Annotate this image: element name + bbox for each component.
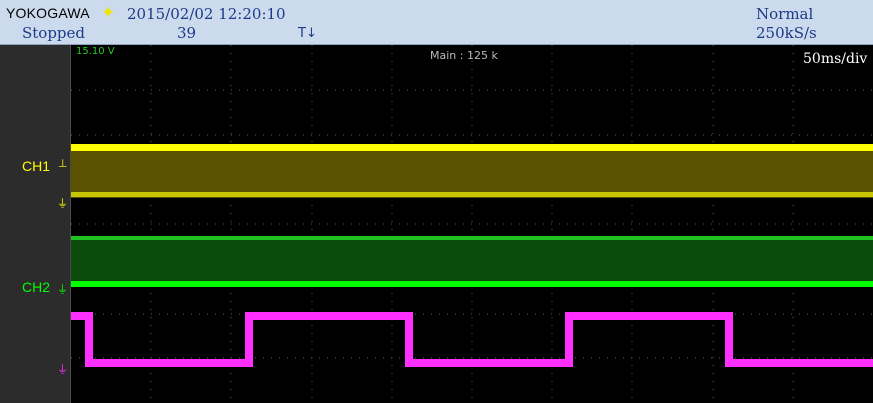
ch1-trace-bottom: [71, 192, 873, 197]
run-state: Stopped: [22, 24, 86, 42]
ch2-label: CH2: [22, 279, 51, 295]
record-length: Main : 125 k: [430, 49, 498, 62]
acquisition-count: 39: [177, 24, 197, 42]
trigger-mode: Normal: [756, 5, 814, 23]
datetime: 2015/02/02 12:20:10: [127, 5, 286, 23]
sample-rate: 250kS/s: [756, 24, 817, 42]
level-readout: 15.10 V: [76, 46, 115, 57]
star-icon: ✦: [101, 3, 116, 23]
trigger-edge-icon: T↓: [298, 26, 317, 41]
ch1-trigger-level-icon: ⊥: [58, 157, 68, 170]
ch2-envelope: [71, 239, 873, 281]
ch1-trace-top: [71, 144, 873, 151]
channel-marker-strip: CH1 ⊥ ⏚ CH2 ⏚ ⏚: [0, 45, 71, 403]
status-header: YOKOGAWA ✦ 2015/02/02 12:20:10 Stopped 3…: [0, 0, 873, 45]
ch2-trace-top: [71, 236, 873, 240]
waveform-display[interactable]: 15.10 V Main : 125 k 50ms/div: [71, 45, 873, 403]
brand-logo: YOKOGAWA: [6, 5, 90, 21]
timebase-readout: 50ms/div: [803, 51, 867, 67]
ch1-label: CH1: [22, 158, 51, 174]
ch1-ground-icon: ⏚: [57, 197, 68, 210]
ch2-trace-bottom: [71, 281, 873, 287]
ch2-ground-icon: ⏚: [57, 283, 68, 296]
ch3-ground-icon: ⏚: [57, 363, 68, 376]
ch1-envelope: [71, 150, 873, 198]
